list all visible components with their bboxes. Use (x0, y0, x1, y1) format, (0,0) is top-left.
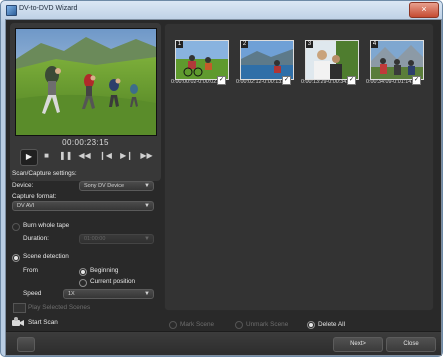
scene-thumbnail-image (240, 40, 294, 80)
from-beginning-label: Beginning (90, 267, 119, 274)
next-frame-button[interactable]: ▶❙ (120, 149, 133, 163)
scene-number: 3 (306, 41, 313, 48)
wizard-window: DV-to-DVD Wizard × 00:00:23:15 ▶ ■ ❚❚ ◀◀… (0, 0, 443, 357)
scene-detection-radio[interactable] (12, 254, 20, 262)
chevron-down-icon: ▼ (144, 183, 150, 189)
scene-thumbnail[interactable]: 2 ✓ 0:00:02:12-0:00:13... (236, 40, 294, 86)
scene-detection-label: Scene detection (23, 253, 69, 260)
scene-thumbnail[interactable]: 1 ✓ 0:00:00:02-0:00:02... (171, 40, 229, 86)
burn-whole-tape-label: Burn whole tape (23, 222, 70, 229)
pause-button[interactable]: ❚❚ (59, 149, 72, 163)
scene-time-range: 0:00:13:29-0:00:34... (301, 79, 351, 85)
play-button[interactable]: ▶ (20, 149, 38, 166)
scene-thumbnail[interactable]: 3 ✓ 0:00:13:29-0:00:34... (301, 40, 359, 86)
chevron-down-icon: ▼ (144, 203, 150, 209)
capture-format-label: Capture format: (12, 193, 57, 200)
rewind-button[interactable]: ◀◀ (78, 149, 91, 163)
scene-thumbnail-panel: 1 ✓ 0:00:00:02-0:00:02... 2 ✓ 0:00:02:12… (164, 23, 434, 311)
scene-time-range: 0:00:02:12-0:00:13... (236, 79, 286, 85)
play-selected-scenes-label[interactable]: Play Selected Scenes (28, 304, 90, 311)
duration-value: 01:00:00 (84, 236, 106, 242)
from-current-position-radio[interactable] (79, 279, 87, 287)
settings-icon[interactable] (17, 337, 35, 352)
scene-number: 1 (176, 41, 183, 48)
window-title: DV-to-DVD Wizard (19, 5, 78, 12)
device-dropdown[interactable]: Sony DV Device ▼ (79, 181, 154, 191)
capture-format-value: DV AVI (17, 203, 35, 209)
scan-settings-heading: Scan/Capture settings: (12, 170, 77, 177)
speed-label: Speed (23, 290, 42, 297)
mark-scene-label[interactable]: Mark Scene (180, 321, 214, 328)
title-bar: DV-to-DVD Wizard × (1, 1, 442, 19)
capture-format-dropdown[interactable]: DV AVI ▼ (12, 201, 154, 211)
play-selected-scenes-icon (13, 303, 26, 313)
close-window-button[interactable]: × (409, 2, 439, 18)
hikers-preview-image (16, 29, 156, 135)
speed-value: 1X (68, 291, 75, 297)
scene-thumbnail-image (370, 40, 424, 80)
chevron-down-icon: ▼ (144, 236, 150, 242)
unmark-scene-label[interactable]: Unmark Scene (246, 321, 288, 328)
next-button[interactable]: Next> (333, 337, 383, 352)
scene-thumbnail[interactable]: 4 ✓ 0:00:34:09-0:01:14... (366, 40, 424, 86)
scene-thumbnail-image (305, 40, 359, 80)
chevron-down-icon: ▼ (144, 291, 150, 297)
timecode-display: 00:00:23:15 (62, 138, 109, 147)
mark-scene-radio[interactable] (169, 321, 177, 329)
delete-all-label[interactable]: Delete All (318, 321, 345, 328)
fast-forward-button[interactable]: ▶▶ (140, 149, 153, 163)
from-current-position-label: Current position (90, 278, 136, 285)
burn-whole-tape-radio[interactable] (12, 223, 20, 231)
previous-frame-button[interactable]: ❙◀ (99, 149, 112, 163)
device-label: Device: (12, 182, 34, 189)
unmark-scene-radio[interactable] (235, 321, 243, 329)
speed-dropdown[interactable]: 1X ▼ (63, 289, 154, 299)
start-scan-button[interactable]: Start Scan (28, 319, 58, 326)
scene-number: 4 (371, 41, 378, 48)
from-beginning-radio[interactable] (79, 268, 87, 276)
playback-controls: ▶ ■ ❚❚ ◀◀ ❙◀ ▶❙ ▶▶ (20, 149, 155, 166)
footer-bar: Next> Close (6, 331, 441, 355)
preview-panel: 00:00:23:15 ▶ ■ ❚❚ ◀◀ ❙◀ ▶❙ ▶▶ (10, 23, 161, 181)
duration-dropdown[interactable]: 01:00:00 ▼ (79, 234, 154, 244)
scene-time-range: 0:00:00:02-0:00:02... (171, 79, 221, 85)
camcorder-icon (12, 317, 25, 328)
wizard-client-area: 00:00:23:15 ▶ ■ ❚❚ ◀◀ ❙◀ ▶❙ ▶▶ 1 ✓ 0:00:… (5, 19, 442, 356)
video-preview (15, 28, 157, 136)
scene-number: 2 (241, 41, 248, 48)
scene-thumbnail-image (175, 40, 229, 80)
stop-button[interactable]: ■ (40, 149, 53, 163)
app-icon (6, 5, 17, 16)
device-value: Sony DV Device (84, 183, 125, 189)
close-button[interactable]: Close (386, 337, 436, 352)
duration-label: Duration: (23, 235, 49, 242)
from-label: From (23, 267, 38, 274)
scene-time-range: 0:00:34:09-0:01:14... (366, 79, 416, 85)
delete-all-radio[interactable] (307, 321, 315, 329)
